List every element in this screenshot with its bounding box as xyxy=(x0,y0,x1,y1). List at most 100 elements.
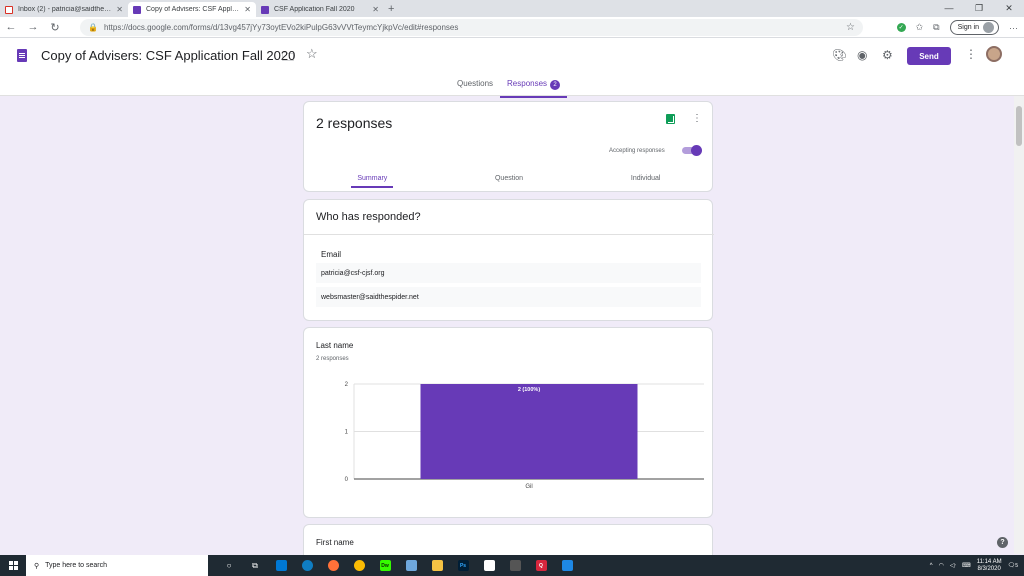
question-title: First name xyxy=(316,538,354,547)
folder-icon[interactable]: 🗀 xyxy=(282,48,294,69)
dreamweaver-icon[interactable]: Dw xyxy=(372,555,398,576)
file-explorer-icon[interactable] xyxy=(424,555,450,576)
tab-questions[interactable]: Questions xyxy=(450,76,500,98)
tab-label: Summary xyxy=(351,175,394,188)
help-icon[interactable]: ? xyxy=(997,537,1008,548)
calculator-icon[interactable] xyxy=(502,555,528,576)
collections-icon[interactable]: ⧉ xyxy=(933,22,939,33)
forms-icon xyxy=(133,5,141,14)
accepting-responses-label: Accepting responses xyxy=(609,148,665,154)
browser-tab-form-copy[interactable]: Copy of Advisers: CSF Applicatio ✕ xyxy=(128,2,256,17)
chrome-icon[interactable] xyxy=(346,555,372,576)
notifications-icon[interactable]: 🗨︎5 xyxy=(1008,562,1018,569)
windows-start-icon[interactable] xyxy=(0,555,26,576)
photoshop-icon[interactable]: Ps xyxy=(450,555,476,576)
profile-avatar xyxy=(983,22,994,33)
scrollbar[interactable] xyxy=(1014,96,1024,554)
extension-check-icon[interactable]: ✓ xyxy=(896,23,906,32)
responses-count-badge: 2 xyxy=(550,80,561,90)
accepting-responses-toggle[interactable] xyxy=(682,145,702,156)
star-icon[interactable]: ☆ xyxy=(306,46,318,62)
close-tab-icon[interactable]: ✕ xyxy=(244,5,251,14)
form-tabs: Questions Responses 2 xyxy=(450,76,568,98)
restore-icon[interactable]: ❐ xyxy=(964,0,994,16)
network-icon[interactable]: ◠ xyxy=(939,562,944,569)
url-text: https://docs.google.com/forms/d/13vg457j… xyxy=(103,23,459,32)
system-tray: ^ ◠ ◁ᐧ ⌨ 11:14 AM 8/3/2020 🗨︎5 xyxy=(930,555,1024,576)
close-window-icon[interactable]: ✕ xyxy=(994,0,1024,16)
forms-header: Copy of Advisers: CSF Application Fall 2… xyxy=(0,38,1024,98)
window-controls: — ❐ ✕ xyxy=(934,0,1024,16)
responses-summary-card: 2 responses ⋮ Accepting responses Summar… xyxy=(303,101,713,192)
favorites-icon[interactable]: ✩ xyxy=(916,22,924,33)
url-input[interactable]: 🔒 https://docs.google.com/forms/d/13vg45… xyxy=(80,19,863,36)
quicken-icon[interactable]: Q xyxy=(528,555,554,576)
more-vert-icon[interactable]: ⋮ xyxy=(692,113,702,124)
keyboard-icon[interactable]: ⌨ xyxy=(962,562,971,569)
mail-icon[interactable] xyxy=(268,555,294,576)
tab-label: Individual xyxy=(630,175,661,182)
bookmark-star-icon[interactable]: ☆ xyxy=(846,22,855,33)
tab-individual[interactable]: Individual xyxy=(577,175,714,187)
reload-icon[interactable]: ↻ xyxy=(44,21,66,34)
list-item: websmaster@saidthespider.net xyxy=(316,287,701,307)
form-title[interactable]: Copy of Advisers: CSF Application Fall 2… xyxy=(41,48,295,63)
scrollbar-thumb[interactable] xyxy=(1016,106,1022,146)
question-summary-card: Last name 2 responses 0122 (100%) Gil xyxy=(303,327,713,518)
tab-responses[interactable]: Responses 2 xyxy=(500,76,568,98)
new-tab-icon[interactable]: + xyxy=(388,3,394,17)
cortana-icon[interactable]: ○ xyxy=(216,555,242,576)
close-tab-icon[interactable]: ✕ xyxy=(372,5,379,14)
edge-icon[interactable] xyxy=(294,555,320,576)
sign-in-button[interactable]: Sign in xyxy=(949,20,999,35)
sign-in-label: Sign in xyxy=(957,24,979,31)
gmail-icon xyxy=(5,5,13,14)
bar-chart: 0 1 2 2 (100%) Gil xyxy=(345,382,704,490)
sheets-icon[interactable] xyxy=(666,114,675,124)
lock-icon: 🔒 xyxy=(88,23,98,32)
chevron-up-icon[interactable]: ^ xyxy=(930,563,933,569)
app-icon[interactable] xyxy=(476,555,502,576)
tab-question[interactable]: Question xyxy=(441,175,578,187)
taskbar-search-input[interactable]: ⚲ Type here to search xyxy=(26,555,208,576)
chart-data-label: 2 (100%) xyxy=(518,387,540,393)
responders-card: Who has responded? Email patricia@csf-cj… xyxy=(303,199,714,321)
clock-time: 11:14 AM xyxy=(976,558,1002,565)
search-placeholder: Type here to search xyxy=(45,562,108,569)
browser-tab-inbox[interactable]: Inbox (2) - patricia@saidthespid ✕ xyxy=(0,2,128,17)
tab-summary[interactable]: Summary xyxy=(304,175,441,188)
tab-label: Responses xyxy=(507,79,548,88)
chart-y-tick-label: 0 xyxy=(345,477,349,483)
forward-icon[interactable]: → xyxy=(22,21,44,33)
preview-eye-icon[interactable]: ◉ xyxy=(857,48,867,62)
responders-title: Who has responded? xyxy=(316,211,421,223)
more-vert-icon[interactable]: ⋮ xyxy=(965,47,977,61)
palette-icon[interactable]: 🎨︎ xyxy=(832,48,847,62)
browser-menu-icon[interactable]: ··· xyxy=(1009,23,1018,33)
chart-bar xyxy=(420,384,638,479)
google-forms-logo-icon[interactable] xyxy=(17,49,27,62)
task-view-icon[interactable]: ⧉ xyxy=(242,555,268,576)
close-tab-icon[interactable]: ✕ xyxy=(116,5,123,14)
search-icon: ⚲ xyxy=(34,562,40,570)
notepad-icon[interactable] xyxy=(398,555,424,576)
chart-x-tick-label: Gil xyxy=(525,484,532,490)
photos-icon[interactable] xyxy=(554,555,580,576)
back-icon[interactable]: ← xyxy=(0,21,22,33)
minimize-icon[interactable]: — xyxy=(934,0,964,16)
tab-label: Question xyxy=(494,175,524,182)
send-button[interactable]: Send xyxy=(907,47,951,65)
firefox-icon[interactable] xyxy=(320,555,346,576)
volume-icon[interactable]: ◁ᐧ xyxy=(950,562,956,569)
browser-tab-application[interactable]: CSF Application Fall 2020 ✕ xyxy=(256,2,384,17)
chart-y-tick-label: 2 xyxy=(345,382,349,388)
tab-label: Questions xyxy=(457,79,494,88)
taskbar-clock[interactable]: 11:14 AM 8/3/2020 xyxy=(977,559,1002,573)
tab-title: Copy of Advisers: CSF Applicatio xyxy=(146,6,241,13)
settings-gear-icon[interactable]: ⚙ xyxy=(882,48,893,62)
avatar[interactable] xyxy=(986,46,1002,62)
windows-taskbar: ⚲ Type here to search ○ ⧉ Dw Ps Q ^ ◠ ◁ᐧ… xyxy=(0,555,1024,576)
email-field-label: Email xyxy=(321,250,342,259)
divider xyxy=(304,234,714,235)
tab-title: Inbox (2) - patricia@saidthespid xyxy=(18,6,113,13)
